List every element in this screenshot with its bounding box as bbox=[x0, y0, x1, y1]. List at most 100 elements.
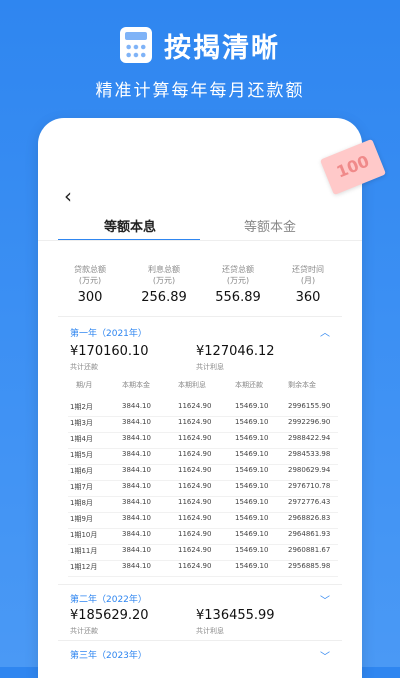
cell-remaining: 2984533.98 bbox=[288, 450, 331, 458]
cell-interest: 11624.90 bbox=[178, 546, 212, 554]
cell-period: 1期11月 bbox=[70, 547, 98, 555]
section-divider bbox=[58, 640, 342, 641]
cell-remaining: 2976710.78 bbox=[288, 482, 331, 490]
cell-period: 1期8月 bbox=[70, 499, 93, 507]
cell-period: 1期2月 bbox=[70, 403, 93, 411]
tab-equal-principal[interactable]: 等额本金 bbox=[244, 216, 296, 235]
column-remaining: 剩余本金 bbox=[288, 381, 316, 389]
tab-bar: 等额本息 等额本金 bbox=[38, 210, 362, 241]
table-row: 1期3月 3844.10 11624.90 15469.10 2992296.90 bbox=[38, 418, 362, 434]
chevron-down-icon[interactable]: ﹀ bbox=[320, 592, 330, 607]
row-divider bbox=[68, 544, 338, 545]
tab-equal-principal-interest[interactable]: 等额本息 bbox=[104, 216, 156, 235]
cell-period: 1期4月 bbox=[70, 435, 93, 443]
back-arrow-icon[interactable]: ‹ bbox=[64, 186, 72, 206]
cell-remaining: 2960881.67 bbox=[288, 546, 331, 554]
summary-loan-total: 贷款总额 (万元) 300 bbox=[54, 264, 126, 305]
cell-payment: 15469.10 bbox=[235, 546, 269, 554]
year2-total-payment-label: 共计还款 bbox=[70, 627, 98, 635]
table-row: 1期2月 3844.10 11624.90 15469.10 2996155.90 bbox=[38, 402, 362, 418]
cell-interest: 11624.90 bbox=[178, 514, 212, 522]
cell-interest: 11624.90 bbox=[178, 498, 212, 506]
row-divider bbox=[68, 512, 338, 513]
tabs-divider bbox=[38, 240, 362, 241]
year1-total-interest-label: 共计利息 bbox=[196, 363, 224, 371]
table-row: 1期5月 3844.10 11624.90 15469.10 2984533.98 bbox=[38, 450, 362, 466]
cell-period: 1期7月 bbox=[70, 483, 93, 491]
summary-value: 256.89 bbox=[141, 290, 187, 305]
cell-payment: 15469.10 bbox=[235, 562, 269, 570]
year1-header[interactable]: 第一年（2021年） bbox=[70, 326, 147, 339]
cell-principal: 3844.10 bbox=[122, 418, 151, 426]
cell-interest: 11624.90 bbox=[178, 418, 212, 426]
cell-period: 1期5月 bbox=[70, 451, 93, 459]
cell-principal: 3844.10 bbox=[122, 530, 151, 538]
year1-total-interest: ¥127046.12 bbox=[196, 344, 275, 359]
cell-payment: 15469.10 bbox=[235, 434, 269, 442]
cell-principal: 3844.10 bbox=[122, 434, 151, 442]
row-divider bbox=[68, 528, 338, 529]
cell-payment: 15469.10 bbox=[235, 530, 269, 538]
row-divider bbox=[68, 496, 338, 497]
row-divider bbox=[68, 464, 338, 465]
cell-interest: 11624.90 bbox=[178, 562, 212, 570]
chevron-up-icon[interactable]: ︿ bbox=[320, 324, 330, 339]
table-row: 1期9月 3844.10 11624.90 15469.10 2968826.83 bbox=[38, 514, 362, 530]
row-divider bbox=[68, 576, 338, 577]
cell-interest: 11624.90 bbox=[178, 434, 212, 442]
year2-header[interactable]: 第二年（2022年） bbox=[70, 592, 147, 605]
cell-principal: 3844.10 bbox=[122, 546, 151, 554]
summary-unit: (万元) bbox=[226, 276, 250, 285]
cell-principal: 3844.10 bbox=[122, 514, 151, 522]
summary-repayment-total: 还贷总额 (万元) 556.89 bbox=[202, 264, 274, 305]
cell-remaining: 2972776.43 bbox=[288, 498, 331, 506]
cell-remaining: 2968826.83 bbox=[288, 514, 331, 522]
chevron-down-icon[interactable]: ﹀ bbox=[320, 648, 330, 663]
cell-principal: 3844.10 bbox=[122, 562, 151, 570]
cell-payment: 15469.10 bbox=[235, 418, 269, 426]
summary-unit: (万元) bbox=[78, 276, 102, 285]
cell-payment: 15469.10 bbox=[235, 514, 269, 522]
cell-principal: 3844.10 bbox=[122, 498, 151, 506]
table-row: 1期11月 3844.10 11624.90 15469.10 2960881.67 bbox=[38, 546, 362, 562]
table-row: 1期8月 3844.10 11624.90 15469.10 2972776.43 bbox=[38, 498, 362, 514]
cell-interest: 11624.90 bbox=[178, 482, 212, 490]
cell-payment: 15469.10 bbox=[235, 450, 269, 458]
row-divider bbox=[68, 480, 338, 481]
table-row: 1期4月 3844.10 11624.90 15469.10 2988422.94 bbox=[38, 434, 362, 450]
year3-header[interactable]: 第三年（2023年） bbox=[70, 648, 147, 661]
cell-remaining: 2964861.93 bbox=[288, 530, 331, 538]
cell-payment: 15469.10 bbox=[235, 482, 269, 490]
cell-interest: 11624.90 bbox=[178, 402, 212, 410]
summary-repayment-months: 还贷时间 (月) 360 bbox=[272, 264, 344, 305]
cell-principal: 3844.10 bbox=[122, 482, 151, 490]
section-divider bbox=[58, 316, 342, 317]
row-divider bbox=[68, 560, 338, 561]
cell-remaining: 2988422.94 bbox=[288, 434, 331, 442]
year2-total-interest: ¥136455.99 bbox=[196, 608, 275, 623]
cell-principal: 3844.10 bbox=[122, 450, 151, 458]
summary-interest-total: 利息总额 (万元) 256.89 bbox=[128, 264, 200, 305]
cell-payment: 15469.10 bbox=[235, 498, 269, 506]
cell-remaining: 2980629.94 bbox=[288, 466, 331, 474]
summary-unit: (月) bbox=[300, 276, 316, 285]
column-principal: 本期本金 bbox=[122, 381, 150, 389]
cell-interest: 11624.90 bbox=[178, 450, 212, 458]
cell-principal: 3844.10 bbox=[122, 466, 151, 474]
cell-remaining: 2992296.90 bbox=[288, 418, 331, 426]
cell-period: 1期10月 bbox=[70, 531, 98, 539]
cell-period: 1期9月 bbox=[70, 515, 93, 523]
cell-period: 1期12月 bbox=[70, 563, 98, 571]
promo-subtitle: 精准计算每年每月还款额 bbox=[95, 81, 305, 101]
cell-period: 1期3月 bbox=[70, 419, 93, 427]
summary-label: 贷款总额 bbox=[74, 265, 106, 274]
summary-value: 300 bbox=[77, 290, 103, 305]
cell-payment: 15469.10 bbox=[235, 402, 269, 410]
cell-payment: 15469.10 bbox=[235, 466, 269, 474]
summary-label: 还贷总额 bbox=[222, 265, 254, 274]
summary-value: 360 bbox=[295, 290, 321, 305]
cell-period: 1期6月 bbox=[70, 467, 93, 475]
table-row: 1期12月 3844.10 11624.90 15469.10 2956885.98 bbox=[38, 562, 362, 578]
cell-remaining: 2996155.90 bbox=[288, 402, 331, 410]
table-row: 1期6月 3844.10 11624.90 15469.10 2980629.94 bbox=[38, 466, 362, 482]
